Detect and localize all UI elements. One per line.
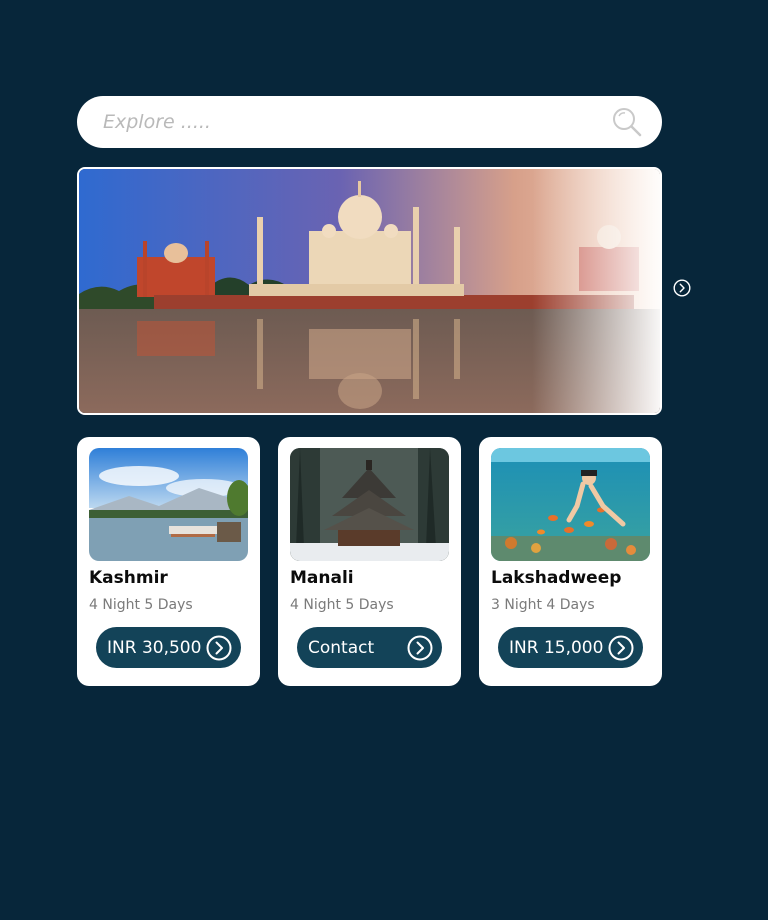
destination-duration: 4 Night 5 Days: [89, 597, 193, 613]
chevron-right-circle-icon[interactable]: [673, 279, 691, 297]
price-button[interactable]: INR 15,000: [498, 627, 643, 668]
destination-duration: 4 Night 5 Days: [290, 597, 394, 613]
hero-banner[interactable]: [77, 167, 662, 415]
lakshadweep-snorkel-photo: [491, 448, 650, 561]
contact-label: Contact: [308, 637, 375, 658]
destination-card-manali[interactable]: Manali 4 Night 5 Days Contact: [278, 437, 461, 686]
manali-temple-photo: [290, 448, 449, 561]
destination-card-kashmir[interactable]: Kashmir 4 Night 5 Days INR 30,500: [77, 437, 260, 686]
destination-card-lakshadweep[interactable]: Lakshadweep 3 Night 4 Days INR 15,000: [479, 437, 662, 686]
kashmir-lake-photo: [89, 448, 248, 561]
price-label: INR 30,500: [107, 637, 202, 658]
search-icon[interactable]: [610, 105, 644, 139]
search-bar[interactable]: [77, 96, 662, 148]
contact-button[interactable]: Contact: [297, 627, 442, 668]
chevron-right-circle-icon: [407, 635, 433, 661]
chevron-right-circle-icon: [206, 635, 232, 661]
destination-duration: 3 Night 4 Days: [491, 597, 595, 613]
destination-title: Lakshadweep: [491, 568, 622, 588]
destination-title: Manali: [290, 568, 354, 588]
destination-title: Kashmir: [89, 568, 168, 588]
price-label: INR 15,000: [509, 637, 604, 658]
price-button[interactable]: INR 30,500: [96, 627, 241, 668]
taj-mahal-banner-image: [79, 169, 660, 413]
search-input[interactable]: [103, 111, 610, 133]
chevron-right-circle-icon: [608, 635, 634, 661]
